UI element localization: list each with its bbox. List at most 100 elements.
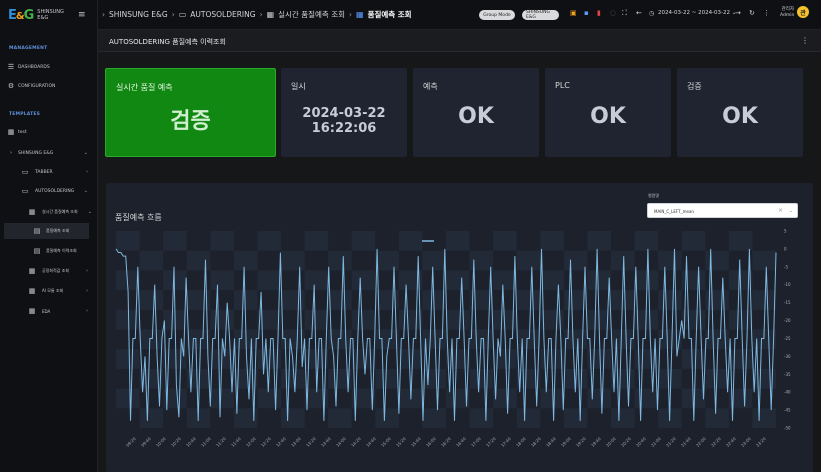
refresh-disabled-icon[interactable]: ◌ [610,9,616,17]
x-tick-label: 19:00 [560,436,572,448]
topbar: › SHINSUNG E&G › ▭ AUTOSOLDERING › ▦ 실시간… [98,0,821,30]
x-tick-label: 12:20 [260,436,272,448]
card-realtime-quality: 실시간 품질 예측 검증 [105,68,276,157]
card-value: 2024-03-22 16:22:06 [281,106,407,136]
section-title-templates: TEMPLATES [9,112,41,117]
breadcrumb-item[interactable]: AUTOSOLDERING [190,10,255,19]
more-vertical-icon[interactable]: ⋮ [763,9,770,17]
grid-cell [257,388,281,409]
sidebar-item-test[interactable]: ▦ test [0,124,98,140]
arrow-left-icon[interactable]: ← [636,9,642,17]
grid-cell [375,329,399,350]
grid-cell [139,290,164,310]
arrow-right-icon[interactable]: → [735,9,741,17]
grid-cell [634,270,659,291]
sidebar-item-dashboards[interactable]: ☰ DASHBOARDS [0,59,98,75]
user-role: Admin [780,13,795,18]
grid-cell [469,368,494,389]
grid-cell [728,309,753,330]
breadcrumb-item[interactable]: 실시간 품질예측 조회 [278,9,345,20]
chevron-right-icon: › [86,308,88,314]
sidebar-item-quality-history[interactable]: ▤ 품질예측 이력조회 [0,243,98,259]
grid-cell [304,270,329,291]
card-value: 검증 [170,109,211,134]
grid-cell [351,231,376,251]
date-range-value: 2024-03-22 ~ 2024-03-22 [658,10,731,16]
sidebar-item-configuration[interactable]: ⚙ CONFIGURATION [0,78,98,94]
company-selector[interactable]: SHINSUNG E&G [522,10,559,20]
reload-icon[interactable]: ↻ [749,9,755,17]
table-icon: ▤ [33,227,41,235]
grid-cell [705,250,729,271]
grid-icon: ▦ [28,287,36,295]
group-mode-button[interactable]: Group Mode [479,10,515,20]
user-info[interactable]: 관리자 Admin [780,7,794,19]
sidebar-item-process-optimal[interactable]: ▦ 공정최적값 조회 › [0,263,98,279]
card-date: 2024-03-22 [302,106,386,121]
y-tick-label: -50 [784,426,791,431]
save-icon[interactable]: ▪ [584,9,589,17]
fullscreen-icon[interactable]: ⛶ [622,9,627,18]
x-tick-label: 16:40 [455,436,467,448]
sidebar-item-quality-predict[interactable]: ▤ 품질예측 조회 [4,223,89,239]
grid-cell [422,250,446,271]
sidebar-item-realtime[interactable]: ▦ 실시간 품질예측 조회 ⌄ [0,204,98,220]
delete-icon[interactable]: ▮ [597,9,601,17]
y-tick-label: 0 [784,246,787,251]
sidebar-item-autosoldering[interactable]: ▭ AUTOSOLDERING ⌄ [0,183,98,199]
grid-cell [611,408,635,428]
x-tick-label: 19:40 [590,436,602,448]
card-value: OK [590,104,626,129]
y-tick-label: -25 [784,336,791,341]
logo-mark: E&G [8,7,34,23]
x-tick-label: 11:00 [200,436,212,448]
date-range-picker[interactable]: 2024-03-22 ~ 2024-03-22 ⌄ [658,10,736,16]
grid-icon: ▦ [28,307,36,315]
chevron-down-icon: ⌄ [83,188,88,194]
y-tick-label: -45 [784,408,791,413]
x-tick-label: 23:20 [755,436,767,448]
menu-toggle-icon[interactable]: ≡ [78,10,86,20]
sidebar-item-eda[interactable]: ▦ EDA › [0,303,98,319]
sidebar-item-label: test [18,129,27,135]
grid-cell [493,231,517,251]
grid-cell [257,231,281,251]
card-predict: 예측 OK [413,68,539,157]
sidebar-item-ai-module[interactable]: ▦ AI 모듈 조회 › [0,283,98,299]
grid-cell [116,349,140,369]
grid-cell [587,388,611,409]
x-tick-label: 22:40 [725,436,737,448]
grid-cell [328,290,352,310]
quality-line-chart: 5 0 -5 -10 -15 -20 -25 -30 -35 -40 -45 -50 09:20 09:… [115,229,791,448]
quality-flow-panel: 품질예측 흐름 컬럼명 MAIN_C_LEFT_mean × ⌄ 5 0 -5 -10… [106,183,813,472]
sidebar-item-shinsung[interactable]: › SHINSUNG E&G ⌄ [0,145,98,161]
folder-icon[interactable]: ▣ [570,9,577,17]
x-tick-label: 10:20 [170,436,182,448]
x-tick-label: 15:00 [380,436,392,448]
breadcrumb-current: 품질예측 조회 [367,10,412,19]
x-tick-label: 15:20 [395,436,407,448]
grid-cell [139,329,164,350]
grid-cell [516,408,541,428]
grid-cell [658,290,682,310]
x-tick-label: 09:40 [140,436,152,448]
grid-cell [634,388,659,409]
avatar[interactable]: 관 [797,6,809,18]
more-vertical-icon[interactable]: ⋮ [801,36,809,45]
grid-cell [210,388,234,409]
card-verify: 검증 OK [677,68,803,157]
breadcrumb-item[interactable]: SHINSUNG E&G [109,10,168,19]
x-tick-label: 22:00 [695,436,707,448]
x-tick-label: 12:00 [245,436,257,448]
x-tick-label: 18:00 [515,436,527,448]
card-label: 실시간 품질 예측 [116,83,173,92]
sidebar-item-tabber[interactable]: ▭ TABBER › [0,164,98,180]
grid-cell [186,329,211,350]
x-tick-label: 23:00 [740,436,752,448]
monitor-icon: ▭ [21,168,29,176]
grid-cell [563,329,588,350]
chart-y-ticks: 5 0 -5 -10 -15 -20 -25 -30 -35 -40 -45 -50 [784,229,791,431]
grid-cell [634,231,659,251]
avatar-letter: 관 [800,9,806,17]
sidebar-item-label: 품질예측 이력조회 [46,248,77,253]
